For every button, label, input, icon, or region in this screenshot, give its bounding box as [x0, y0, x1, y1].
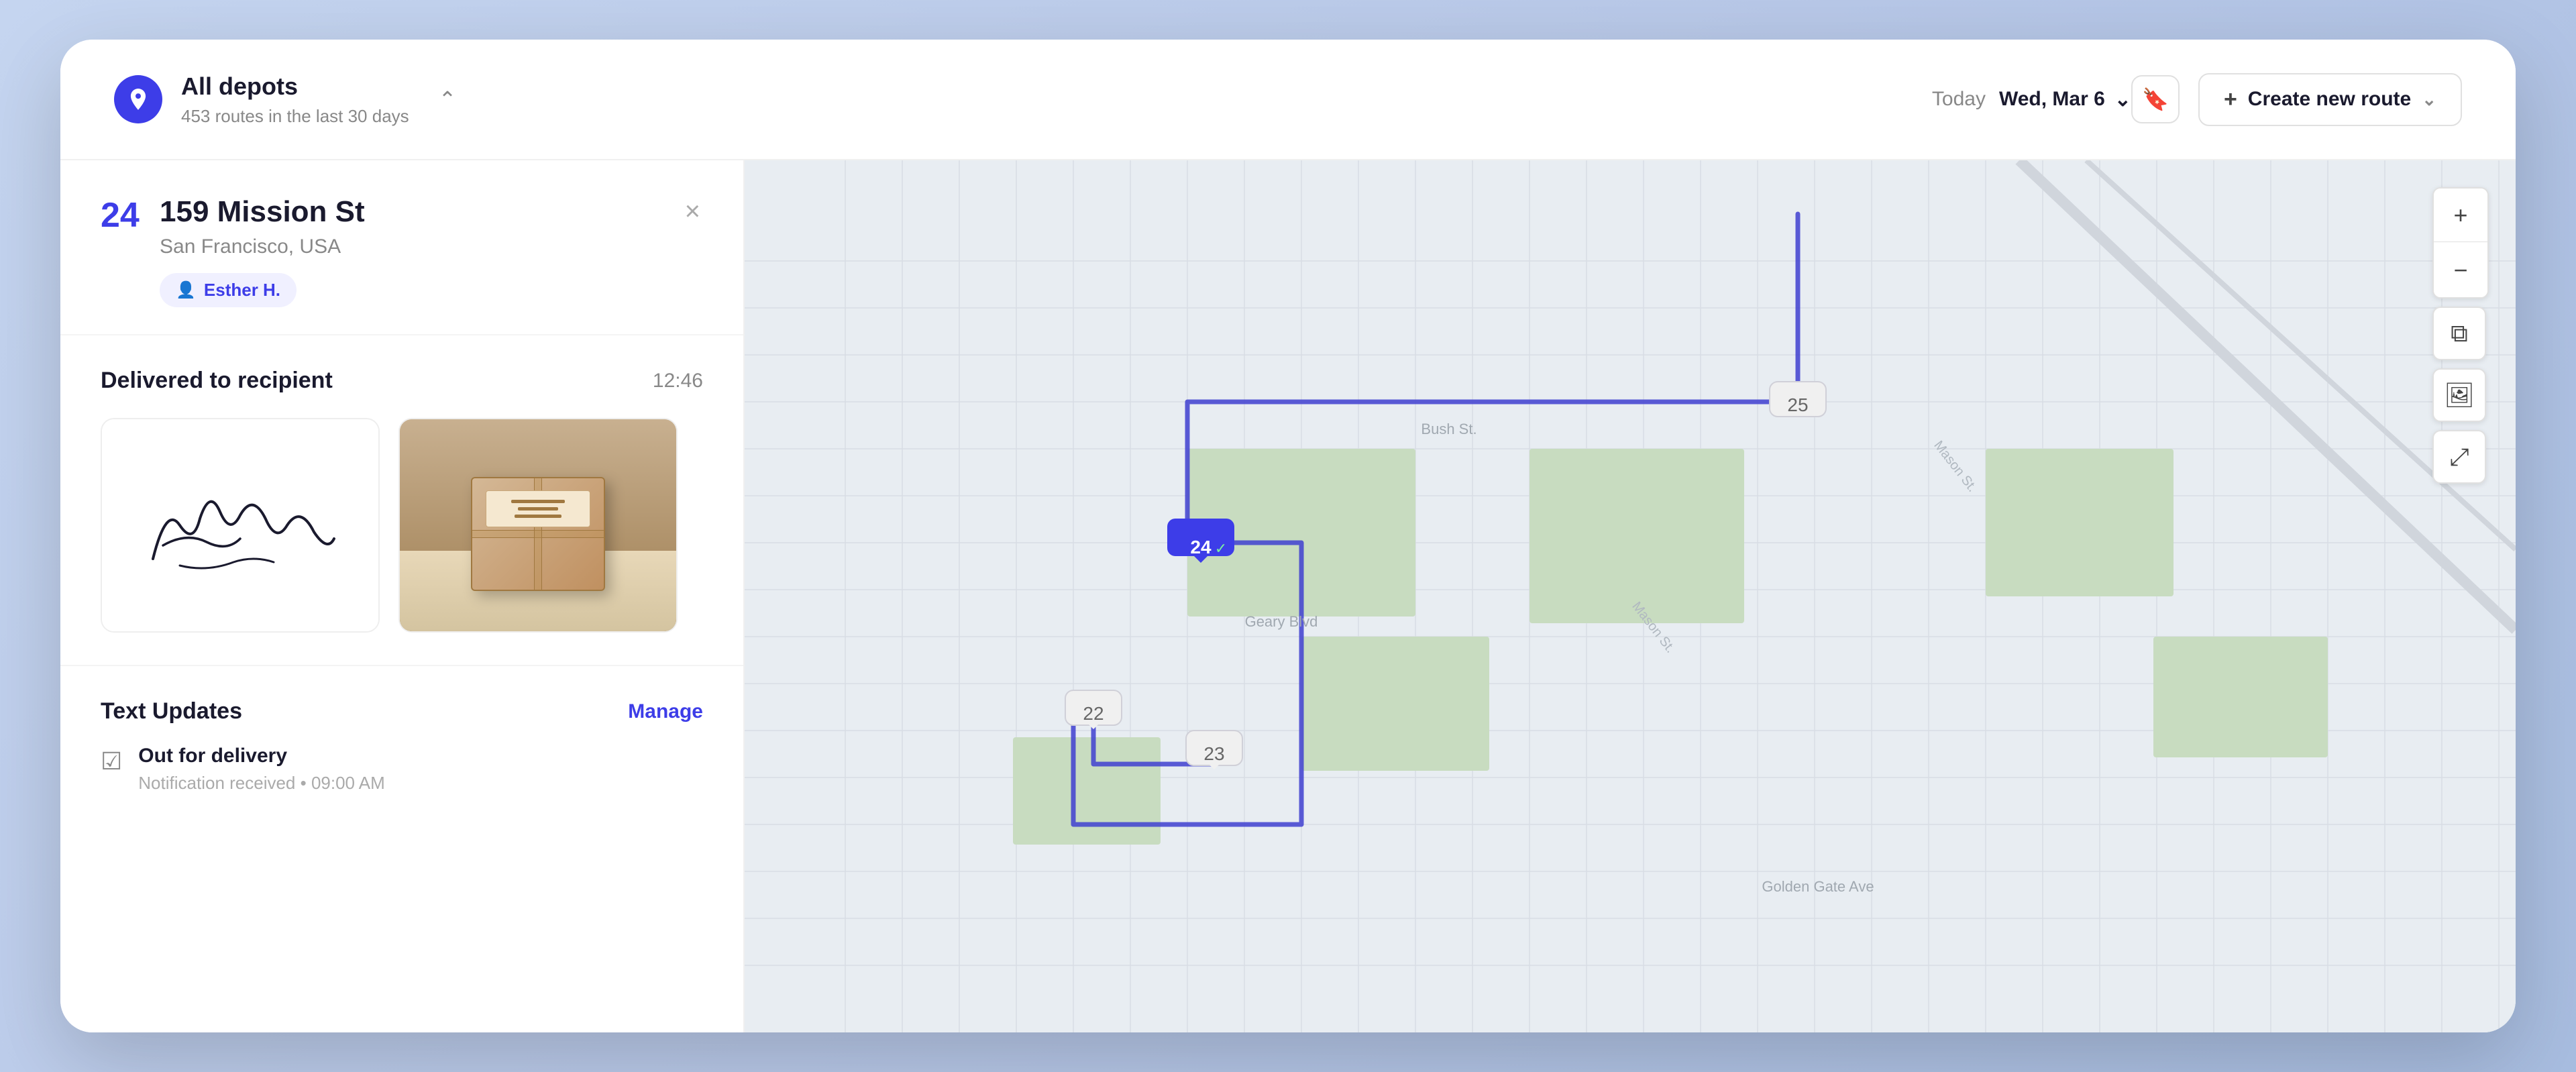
notification-sub: Notification received • 09:00 AM — [138, 773, 385, 794]
delivery-time: 12:46 — [653, 370, 703, 392]
plus-icon: + — [2224, 87, 2237, 113]
expand-button[interactable]: ⤢ — [2432, 430, 2486, 484]
header-left: All depots 453 routes in the last 30 day… — [114, 72, 1932, 127]
create-route-button[interactable]: + Create new route ⌄ — [2198, 73, 2462, 126]
stop-address: 159 Mission St San Francisco, USA 👤 Esth… — [160, 195, 663, 307]
text-updates-title: Text Updates — [101, 698, 242, 725]
header-right: 🔖 + Create new route ⌄ — [2131, 73, 2462, 126]
zoom-in-icon: + — [2453, 201, 2467, 229]
zoom-in-button[interactable]: + — [2434, 189, 2487, 242]
header-center: Today Wed, Mar 6 ⌄ — [1932, 88, 2131, 111]
delivery-section: Delivered to recipient 12:46 — [60, 335, 743, 666]
date-chevron-icon: ⌄ — [2114, 88, 2131, 111]
svg-text:Bush St.: Bush St. — [1421, 421, 1477, 437]
header: All depots 453 routes in the last 30 day… — [60, 40, 2516, 160]
svg-text:25: 25 — [1787, 394, 1808, 415]
stop-person[interactable]: 👤 Esther H. — [160, 273, 297, 307]
date-button[interactable]: Wed, Mar 6 ⌄ — [1999, 88, 2131, 111]
notification-content: Out for delivery Notification received •… — [138, 745, 385, 794]
depot-icon — [114, 75, 162, 123]
stop-header: 24 159 Mission St San Francisco, USA 👤 E… — [60, 160, 743, 335]
bookmark-icon: 🔖 — [2142, 87, 2169, 112]
package-photo — [400, 419, 676, 631]
notification-title: Out for delivery — [138, 745, 385, 767]
close-button[interactable]: × — [682, 195, 703, 227]
svg-text:23: 23 — [1203, 743, 1224, 764]
stop-city: San Francisco, USA — [160, 235, 663, 258]
today-label: Today — [1932, 88, 1986, 111]
svg-text:22: 22 — [1083, 703, 1104, 724]
person-icon: 👤 — [176, 280, 196, 300]
signature-svg — [126, 438, 354, 612]
text-updates-section: Text Updates Manage ☑ Out for delivery N… — [60, 666, 743, 826]
date-value: Wed, Mar 6 — [1999, 88, 2105, 111]
delivery-header: Delivered to recipient 12:46 — [101, 368, 703, 394]
stop-number: 24 — [101, 195, 141, 235]
svg-text:24: 24 — [1190, 537, 1212, 557]
depot-info: All depots 453 routes in the last 30 day… — [181, 72, 409, 127]
svg-text:✓: ✓ — [1215, 540, 1227, 557]
map-svg: Bush St. Geary Blvd Mason St. Mason St. … — [745, 160, 2516, 1032]
image-toggle-button[interactable]: 🖼 — [2432, 368, 2486, 422]
zoom-out-icon: − — [2453, 256, 2467, 284]
map-controls: + − ⧉ 🖼 ⤢ — [2432, 187, 2489, 484]
left-panel: 24 159 Mission St San Francisco, USA 👤 E… — [60, 160, 745, 1032]
person-name: Esther H. — [204, 280, 280, 301]
expand-icon: ⤢ — [2450, 443, 2469, 472]
location-icon — [125, 87, 151, 112]
signature-image — [101, 418, 380, 633]
main-content: 24 159 Mission St San Francisco, USA 👤 E… — [60, 160, 2516, 1032]
manage-link[interactable]: Manage — [628, 700, 703, 723]
zoom-out-button[interactable]: − — [2434, 244, 2487, 297]
text-updates-header: Text Updates Manage — [101, 698, 703, 725]
layers-button[interactable]: ⧉ — [2432, 307, 2486, 360]
app-window: All depots 453 routes in the last 30 day… — [60, 40, 2516, 1032]
stop-street: 159 Mission St — [160, 195, 663, 229]
create-route-label: Create new route — [2248, 88, 2411, 111]
zoom-control-group: + − — [2432, 187, 2489, 299]
delivery-title: Delivered to recipient — [101, 368, 333, 394]
map-area[interactable]: Bush St. Geary Blvd Mason St. Mason St. … — [745, 160, 2516, 1032]
notification-item: ☑ Out for delivery Notification received… — [101, 745, 703, 794]
svg-text:Geary Blvd: Geary Blvd — [1245, 613, 1318, 630]
bookmark-button[interactable]: 🔖 — [2131, 75, 2180, 123]
svg-text:Golden Gate Ave: Golden Gate Ave — [1762, 878, 1874, 895]
delivery-images — [101, 418, 703, 633]
depot-chevron-icon[interactable]: ⌃ — [439, 87, 457, 112]
image-icon: 🖼 — [2444, 381, 2475, 409]
layers-icon: ⧉ — [2451, 319, 2468, 348]
package-image — [398, 418, 678, 633]
depot-sub: 453 routes in the last 30 days — [181, 106, 409, 127]
notification-icon: ☑ — [101, 747, 122, 775]
signature-canvas — [102, 419, 378, 631]
create-route-chevron-icon: ⌄ — [2422, 89, 2436, 110]
depot-name: All depots — [181, 72, 409, 101]
